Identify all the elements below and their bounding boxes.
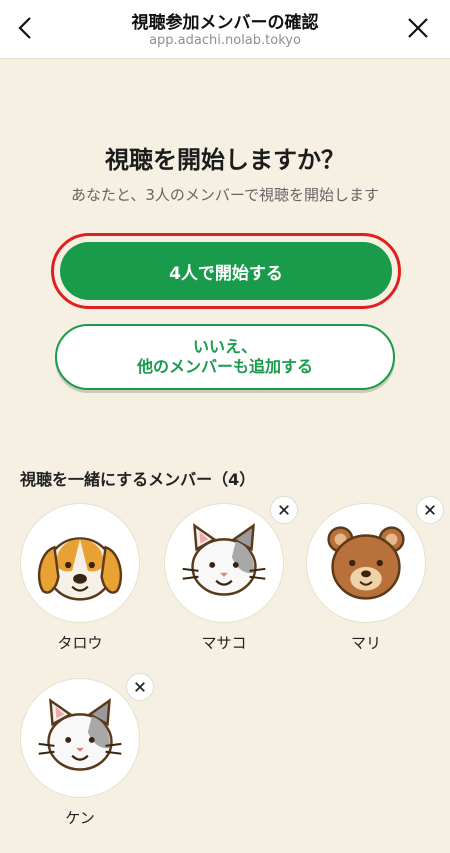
member-item[interactable]: ケン bbox=[20, 678, 140, 828]
bear-avatar-icon bbox=[327, 526, 405, 600]
confirm-heading: 視聴を開始しますか？ bbox=[105, 146, 345, 174]
member-item[interactable]: マリ bbox=[306, 503, 426, 653]
top-bar: 視聴参加メンバーの確認 app.adachi.nolab.tokyo bbox=[0, 0, 450, 59]
primary-button-highlight: 4人で開始する bbox=[51, 233, 401, 309]
confirm-subtext: あなたと、3人のメンバーで視聴を開始します bbox=[70, 186, 380, 204]
avatar bbox=[20, 678, 140, 798]
add-members-button[interactable]: いいえ、 他のメンバーも追加する bbox=[55, 324, 395, 390]
page-title: 視聴参加メンバーの確認 bbox=[131, 13, 319, 33]
remove-member-button[interactable] bbox=[126, 673, 154, 701]
dog-avatar-icon bbox=[37, 537, 123, 601]
close-icon bbox=[408, 18, 428, 38]
close-button[interactable] bbox=[404, 14, 432, 42]
avatar bbox=[306, 503, 426, 623]
start-button[interactable]: 4人で開始する bbox=[60, 242, 392, 300]
add-members-label-line1: いいえ、 bbox=[192, 337, 257, 356]
avatar bbox=[20, 503, 140, 623]
close-icon bbox=[279, 505, 289, 515]
avatar bbox=[164, 503, 284, 623]
cat-avatar-icon bbox=[38, 698, 122, 771]
member-name: タロウ bbox=[57, 634, 103, 652]
member-name: ケン bbox=[65, 809, 95, 827]
member-item[interactable]: タロウ bbox=[20, 503, 140, 653]
member-name: マリ bbox=[350, 634, 381, 652]
member-item[interactable]: マサコ bbox=[164, 503, 284, 653]
add-members-label-line2: 他のメンバーも追加する bbox=[136, 357, 313, 376]
remove-member-button[interactable] bbox=[416, 496, 444, 524]
page-url: app.adachi.nolab.tokyo bbox=[149, 33, 301, 48]
cat-avatar-icon bbox=[182, 523, 266, 596]
close-icon bbox=[425, 505, 435, 515]
remove-member-button[interactable] bbox=[270, 496, 298, 524]
members-section-title: 視聴を一緒にするメンバー（4） bbox=[20, 470, 256, 489]
member-name: マサコ bbox=[201, 634, 247, 652]
close-icon bbox=[135, 682, 145, 692]
